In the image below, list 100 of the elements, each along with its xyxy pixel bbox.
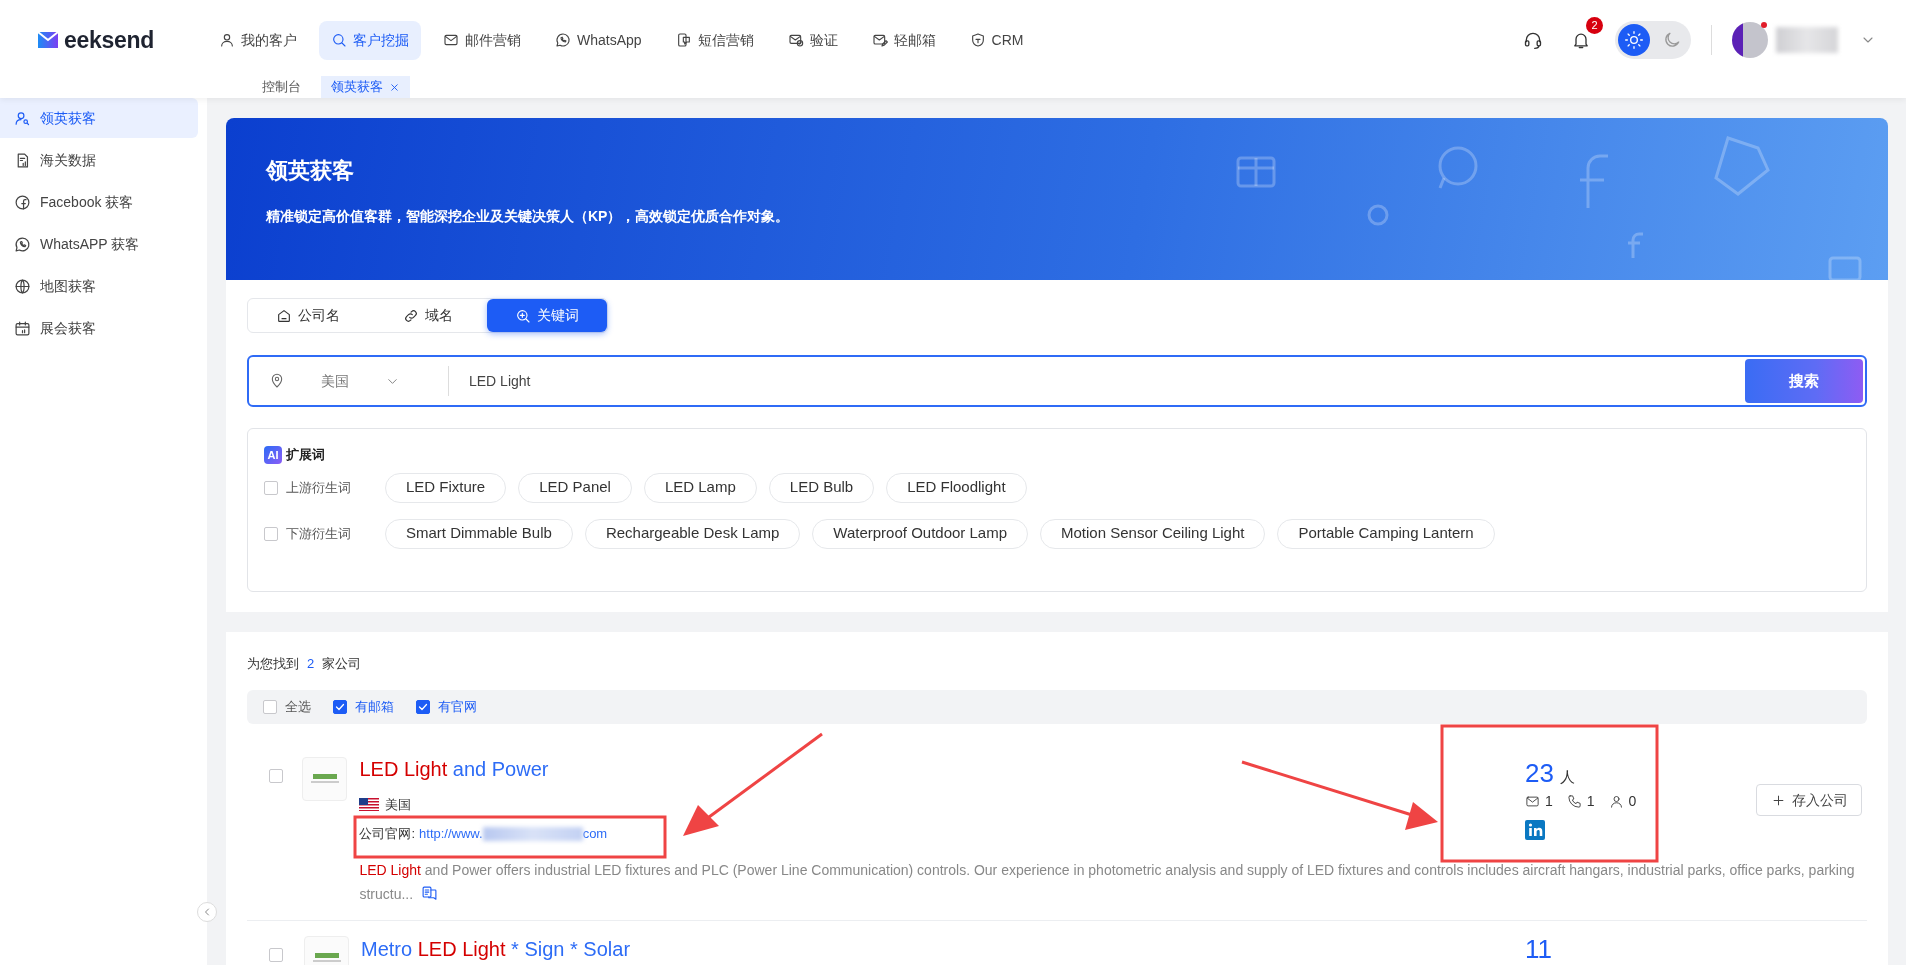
company-name-link[interactable]: Metro LED Light * Sign * Solar <box>361 936 1525 961</box>
checkbox[interactable] <box>269 768 283 783</box>
keyword-chip[interactable]: Smart Dimmable Bulb <box>385 518 573 549</box>
location-pin-icon <box>269 373 285 389</box>
sidebar-item[interactable]: 展会获客 <box>0 308 198 348</box>
phone-bubble-icon <box>14 235 31 253</box>
search-mode-tab[interactable]: 域名 <box>367 299 488 332</box>
user-icon <box>1608 793 1624 809</box>
nav-tab[interactable]: 客户挖掘 <box>319 20 421 60</box>
translate-icon[interactable] <box>421 884 439 902</box>
search-button[interactable]: 搜索 <box>1745 359 1863 403</box>
light-mode-button[interactable] <box>1618 24 1650 56</box>
search-icon <box>331 32 347 48</box>
link-icon <box>402 307 419 324</box>
envelope-check-icon <box>787 32 804 48</box>
shield-icon <box>969 32 986 48</box>
people-count[interactable]: 11 <box>1525 935 1552 962</box>
checkbox[interactable] <box>269 947 283 962</box>
nav-tab[interactable]: 邮件营销 <box>431 20 533 60</box>
country-name: 美国 <box>385 795 412 814</box>
email-count: 1 <box>1545 791 1553 811</box>
headset-icon <box>1523 30 1543 50</box>
keyword-chip[interactable]: LED Bulb <box>768 472 875 503</box>
banner-title: 领英获客 <box>266 158 355 185</box>
save-company-button[interactable]: 存入公司 <box>1756 784 1862 816</box>
filter-label: 有官网 <box>438 697 477 716</box>
sidebar-item[interactable]: 地图获客 <box>0 266 198 306</box>
nav-tab[interactable]: 短信营销 <box>663 20 766 60</box>
flag-icon <box>359 797 380 811</box>
checkbox[interactable] <box>264 526 278 541</box>
filter-label: 有邮箱 <box>355 697 394 716</box>
results-label: 为您找到 <box>247 655 299 673</box>
checkbox[interactable] <box>333 699 347 714</box>
website-link[interactable]: com <box>582 824 608 844</box>
theme-toggle[interactable] <box>1615 21 1691 59</box>
zoom-in-icon <box>515 307 532 324</box>
banner-subtitle: 精准锁定高价值客群，智能深挖企业及关键决策人（KP），高效锁定优质合作对象。 <box>266 207 791 227</box>
keyword-chip[interactable]: Motion Sensor Ceiling Light <box>1040 518 1266 549</box>
people-unit: 人 <box>1559 767 1575 788</box>
phone-message-icon <box>675 32 692 48</box>
checkbox[interactable] <box>263 699 277 714</box>
page-tab[interactable]: 控制台 <box>252 76 311 98</box>
company-logo-placeholder <box>302 756 348 801</box>
filter-label: 全选 <box>285 697 311 716</box>
checkbox[interactable] <box>416 699 430 714</box>
company-description: LED Light and Power offers industrial LED fixtures and PLC (Power Line Communication) controls. Our experience in photometric analysis and supply of LED fixtures and controls includes aircraft hangars, industrial parks, office parks, parking structu... <box>359 860 1856 904</box>
nav-tab[interactable]: CRM <box>957 20 1036 60</box>
page-tab[interactable]: 领英获客 <box>321 76 410 98</box>
nav-tab[interactable]: 验证 <box>775 20 850 60</box>
facebook-icon <box>14 193 31 211</box>
sidebar-item[interactable]: WhatsAPP 获客 <box>0 224 198 264</box>
envelope-icon <box>443 32 459 48</box>
keyword-chip[interactable]: LED Fixture <box>385 472 507 503</box>
checkbox[interactable] <box>264 480 278 495</box>
group-label: 上游衍生词 <box>286 478 351 497</box>
redacted-name-blur <box>1776 27 1838 53</box>
website-link[interactable]: http://www. <box>419 824 483 844</box>
keyword-chip[interactable]: Waterproof Outdoor Lamp <box>812 518 1029 549</box>
linkedin-icon[interactable] <box>1525 819 1545 840</box>
expansion-title: 扩展词 <box>286 446 325 464</box>
results-count: 2 <box>307 655 315 673</box>
ai-badge: AI <box>264 445 282 464</box>
envelope-pen-icon <box>871 32 888 48</box>
nav-tab[interactable]: 轻邮箱 <box>859 20 948 60</box>
keyword-chip[interactable]: Portable Camping Lantern <box>1277 518 1495 549</box>
phone-bubble-icon <box>555 32 571 48</box>
group-label: 下游衍生词 <box>286 524 351 543</box>
search-mode-tab[interactable]: 公司名 <box>248 299 368 332</box>
contact-count: 0 <box>1628 791 1637 811</box>
user-search-icon <box>14 109 31 127</box>
phone-count: 1 <box>1586 791 1595 811</box>
country-value: 美国 <box>321 371 349 391</box>
user-icon <box>219 32 235 48</box>
nav-tab[interactable]: WhatsApp <box>543 20 654 60</box>
notification-badge: 2 <box>1586 17 1603 34</box>
keyword-chip[interactable]: Rechargeable Desk Lamp <box>584 518 801 549</box>
moon-icon <box>1662 30 1682 50</box>
house-icon <box>275 307 292 324</box>
nav-tab[interactable]: 我的客户 <box>207 20 309 60</box>
avatar[interactable] <box>1732 22 1768 58</box>
sun-icon <box>1624 30 1644 50</box>
logo-mark-icon <box>36 30 60 50</box>
keyword-chip[interactable]: LED Lamp <box>643 472 757 503</box>
country-select[interactable]: 美国 <box>249 357 448 405</box>
phone-icon <box>1566 793 1582 809</box>
search-field[interactable]: 美国 LED Light 搜索 <box>247 355 1867 407</box>
sidebar-item[interactable]: 海关数据 <box>0 140 198 180</box>
logo-text: eeksend <box>64 25 154 55</box>
sidebar-item[interactable]: Facebook 获客 <box>0 182 198 222</box>
sidebar-item[interactable]: 领英获客 <box>0 98 198 138</box>
website-label: 公司官网: <box>359 825 416 843</box>
status-dot <box>1761 22 1767 28</box>
people-count[interactable]: 23 <box>1525 760 1554 787</box>
calendar-icon <box>14 319 31 337</box>
plus-icon <box>1770 792 1786 808</box>
globe-icon <box>14 277 31 295</box>
search-mode-tab[interactable]: 关键词 <box>487 299 607 332</box>
company-name-link[interactable]: LED Light and Power <box>359 756 1525 781</box>
keyword-chip[interactable]: LED Panel <box>518 472 632 503</box>
keyword-chip[interactable]: LED Floodlight <box>886 472 1027 503</box>
